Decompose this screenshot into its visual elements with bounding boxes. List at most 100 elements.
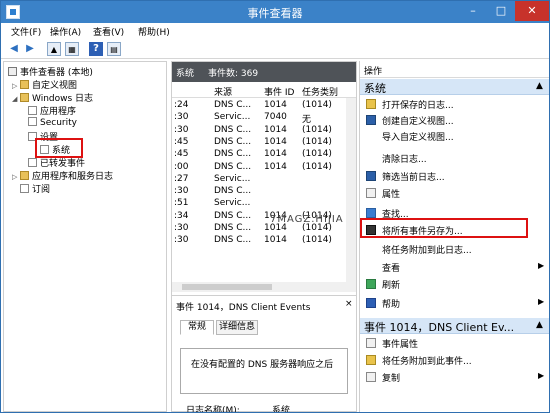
- row-time: :00: [174, 161, 189, 172]
- table-row[interactable]: :30 DNS C...: [172, 186, 356, 198]
- maximize-button[interactable]: □: [487, 1, 515, 21]
- minimize-button[interactable]: –: [459, 1, 487, 21]
- row-source: DNS C...: [214, 124, 252, 135]
- action-properties[interactable]: 属性: [360, 186, 549, 202]
- tree-item-label: 已转发事件: [40, 159, 86, 169]
- tree-item-app-service-logs[interactable]: ▷ 应用程序和服务日志: [12, 169, 113, 182]
- events-log-name: 系统: [176, 69, 195, 79]
- expand-icon[interactable]: ▷: [12, 173, 20, 181]
- tree-item-forwarded-events[interactable]: 已转发事件: [28, 156, 86, 169]
- column-task-category[interactable]: 任务类别: [302, 85, 338, 98]
- action-attach-task-to-log[interactable]: 将任务附加到此日志...: [360, 242, 549, 258]
- event-viewer-icon: [8, 67, 17, 76]
- detail-title: 事件 1014，DNS Client Events: [176, 303, 311, 313]
- action-open-saved-log[interactable]: 打开保存的日志...: [360, 97, 549, 113]
- show-hide-action-pane-icon[interactable]: ▤: [107, 42, 121, 56]
- row-time: :30: [174, 235, 189, 246]
- row-source: DNS C...: [214, 100, 252, 110]
- menu-action[interactable]: 操作(A): [50, 25, 81, 38]
- tree-root[interactable]: 事件查看器 (本地): [8, 65, 93, 78]
- actions-header: 操作: [360, 61, 549, 78]
- table-row[interactable]: :24 DNS C... 1014 (1014): [172, 100, 356, 112]
- table-row[interactable]: :30 Servic... 7040 无: [172, 112, 356, 125]
- action-create-custom-view[interactable]: 创建自定义视图...: [360, 113, 549, 129]
- expand-icon[interactable]: ▷: [12, 82, 20, 90]
- menu-view[interactable]: 查看(V): [93, 25, 124, 38]
- row-source: DNS C...: [214, 161, 252, 172]
- row-event-id: 1014: [264, 100, 287, 110]
- action-label: 刷新: [382, 281, 401, 291]
- action-view[interactable]: 查看 ▶: [360, 260, 549, 276]
- properties-icon: [366, 188, 376, 198]
- action-filter-current-log[interactable]: 筛选当前日志...: [360, 169, 549, 185]
- row-source: Servic...: [214, 173, 251, 184]
- action-help[interactable]: 帮助 ▶: [360, 296, 549, 312]
- action-attach-task-to-event[interactable]: 将任务附加到此事件...: [360, 353, 549, 369]
- column-source[interactable]: 来源: [214, 85, 232, 98]
- action-event-properties[interactable]: 事件属性: [360, 336, 549, 352]
- action-label: 导入自定义视图...: [382, 133, 454, 143]
- tree-item-label: 订阅: [32, 185, 51, 195]
- actions-section-system[interactable]: 系统 ▲: [360, 79, 549, 95]
- actions-title: 操作: [364, 67, 383, 77]
- help-icon[interactable]: ?: [89, 42, 103, 56]
- section-title: 事件 1014，DNS Client Ev...: [364, 321, 515, 334]
- actions-section-event[interactable]: 事件 1014，DNS Client Ev... ▲: [360, 318, 549, 334]
- tree-item-subscriptions[interactable]: 订阅: [20, 182, 51, 195]
- row-source: DNS C...: [214, 223, 252, 233]
- log-icon: [28, 106, 37, 115]
- vertical-scrollbar[interactable]: [346, 98, 356, 282]
- table-row[interactable]: :51 Servic...: [172, 198, 356, 210]
- tree-item-windows-logs[interactable]: ◢ Windows 日志: [12, 91, 93, 104]
- row-time: :30: [174, 124, 189, 135]
- menu-bar: 文件(F) 操作(A) 查看(V) 帮助(H): [1, 23, 549, 39]
- table-row[interactable]: :30 DNS C... 1014 (1014): [172, 125, 356, 137]
- tree-item-label: 自定义视图: [32, 81, 78, 91]
- action-refresh[interactable]: 刷新: [360, 277, 549, 293]
- tab-details[interactable]: 详细信息: [216, 320, 258, 335]
- back-arrow-icon[interactable]: ◀: [7, 42, 21, 56]
- tree-item-label: 应用程序: [40, 107, 77, 117]
- table-row[interactable]: :27 Servic...: [172, 174, 356, 186]
- tree-item-application[interactable]: 应用程序: [28, 104, 77, 117]
- event-viewer-window: 事件查看器 – □ ✕ 文件(F) 操作(A) 查看(V) 帮助(H) ◀ ▶ …: [0, 0, 550, 413]
- row-time: :30: [174, 223, 189, 233]
- horizontal-scrollbar[interactable]: [172, 282, 356, 292]
- column-event-id[interactable]: 事件 ID: [264, 85, 294, 98]
- show-hide-tree-icon[interactable]: ▦: [65, 42, 79, 56]
- table-row[interactable]: :30 DNS C... 1014 (1014): [172, 235, 356, 247]
- tree-item-custom-views[interactable]: ▷ 自定义视图: [12, 78, 78, 91]
- collapse-arrow-icon[interactable]: ▲: [536, 81, 543, 91]
- table-row[interactable]: :45 DNS C... 1014 (1014): [172, 149, 356, 161]
- collapse-arrow-icon[interactable]: ▲: [536, 320, 543, 330]
- row-event-id: 1014: [264, 136, 287, 147]
- tree-item-security[interactable]: Security: [28, 117, 77, 129]
- row-category: (1014): [302, 235, 332, 246]
- row-time: :45: [174, 136, 189, 147]
- menu-help[interactable]: 帮助(H): [138, 25, 170, 38]
- copy-icon: [366, 372, 376, 382]
- toolbar: ◀ ▶ ▲ ▦ ? ▤: [1, 39, 549, 59]
- menu-file[interactable]: 文件(F): [11, 25, 41, 38]
- action-copy[interactable]: 复制 ▶: [360, 370, 549, 386]
- table-row[interactable]: :45 DNS C... 1014 (1014): [172, 137, 356, 149]
- action-import-custom-view[interactable]: 导入自定义视图...: [360, 129, 549, 145]
- row-category: (1014): [302, 136, 332, 147]
- forward-arrow-icon[interactable]: ▶: [23, 42, 37, 56]
- action-label: 帮助: [382, 300, 401, 310]
- tab-general[interactable]: 常规: [180, 320, 214, 335]
- collapse-icon[interactable]: ◢: [12, 95, 20, 103]
- row-event-id: 1014: [264, 124, 287, 135]
- find-icon: [366, 208, 376, 218]
- event-detail-panel: 事件 1014，DNS Client Events × 常规 详细信息 在没有配…: [172, 295, 356, 412]
- submenu-arrow-icon: ▶: [538, 371, 545, 380]
- up-folder-icon[interactable]: ▲: [47, 42, 61, 56]
- close-button[interactable]: ✕: [515, 1, 549, 21]
- row-event-id: 1014: [264, 149, 287, 160]
- detail-close-icon[interactable]: ×: [345, 299, 353, 309]
- table-row[interactable]: :00 DNS C... 1014 (1014): [172, 162, 356, 174]
- action-clear-log[interactable]: 清除日志...: [360, 151, 549, 167]
- submenu-arrow-icon: ▶: [538, 261, 545, 270]
- scroll-thumb[interactable]: [182, 284, 272, 290]
- row-source: Servic...: [214, 198, 251, 209]
